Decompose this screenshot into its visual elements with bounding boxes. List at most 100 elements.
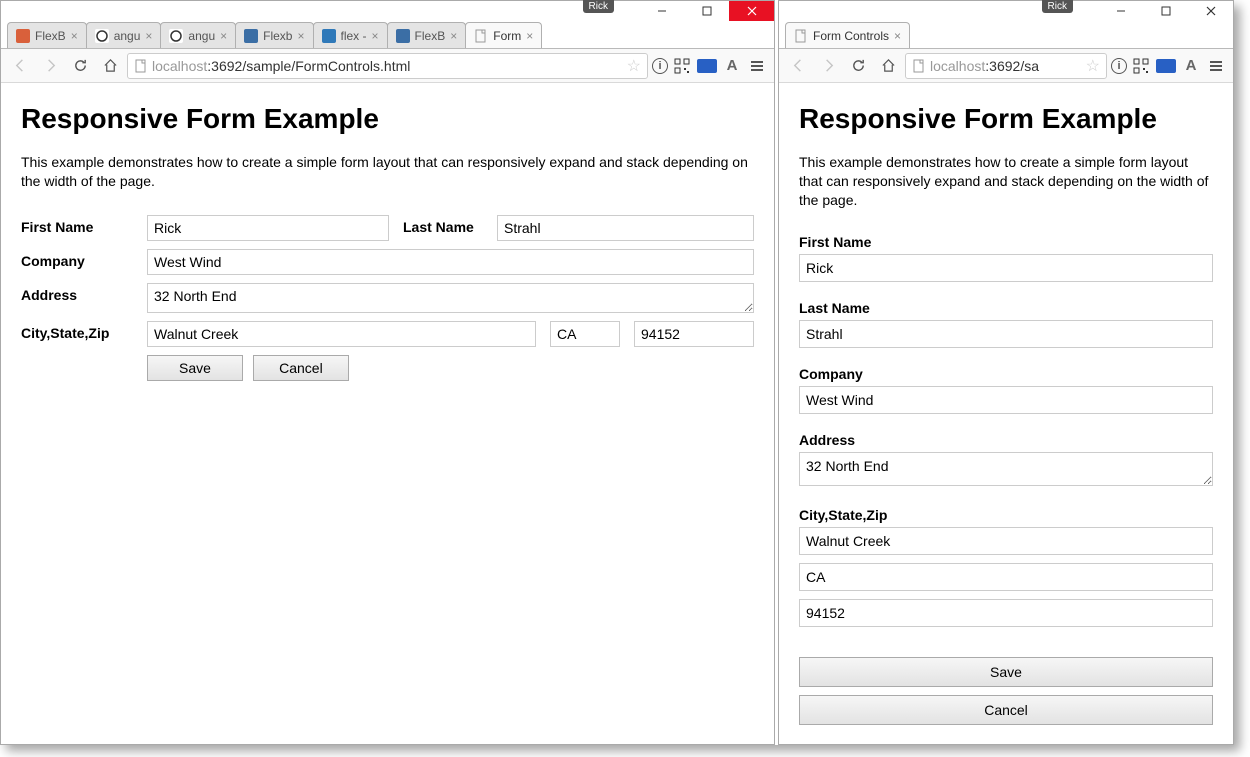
first-name-input[interactable]	[147, 215, 389, 241]
address-textarea[interactable]: 32 North End	[147, 283, 754, 313]
tab-close-icon[interactable]: ×	[71, 29, 78, 43]
state-input[interactable]	[550, 321, 620, 347]
angular-icon[interactable]: A	[1180, 55, 1202, 77]
address-label: Address	[799, 432, 1213, 448]
tab-title: angu	[188, 29, 215, 43]
favicon-icon	[474, 29, 488, 43]
zip-input[interactable]	[634, 321, 754, 347]
tab-close-icon[interactable]: ×	[297, 29, 304, 43]
tab[interactable]: angu ×	[160, 22, 236, 48]
tab-close-icon[interactable]: ×	[526, 29, 533, 43]
tab-title: Form	[493, 29, 521, 43]
cancel-button[interactable]: Cancel	[799, 695, 1213, 725]
close-button[interactable]	[1188, 1, 1233, 21]
city-input[interactable]	[799, 527, 1213, 555]
company-input[interactable]	[799, 386, 1213, 414]
page-title: Responsive Form Example	[21, 103, 754, 135]
url-text: localhost:3692/sa	[930, 58, 1082, 74]
titlebar: Rick	[1, 1, 774, 21]
reload-button[interactable]	[845, 53, 871, 79]
save-button[interactable]: Save	[799, 657, 1213, 687]
address-bar[interactable]: localhost:3692/sample/FormControls.html …	[127, 53, 648, 79]
first-name-label: First Name	[799, 234, 1213, 250]
tab[interactable]: Flexb×	[235, 22, 313, 48]
tab-title: FlexB	[415, 29, 446, 43]
forward-button[interactable]	[37, 53, 63, 79]
form: First Name Last Name Company Address 32 …	[21, 215, 754, 381]
favicon-icon	[396, 29, 410, 43]
tab-close-icon[interactable]: ×	[372, 29, 379, 43]
first-name-input[interactable]	[799, 254, 1213, 282]
favicon-icon	[244, 29, 258, 43]
zip-input[interactable]	[799, 599, 1213, 627]
company-input[interactable]	[147, 249, 754, 275]
page-description: This example demonstrates how to create …	[799, 153, 1213, 210]
company-label: Company	[21, 249, 133, 269]
city-state-zip-label: City,State,Zip	[21, 321, 133, 341]
ext-blue-icon[interactable]	[696, 55, 718, 77]
page-content: Responsive Form Example This example dem…	[1, 83, 774, 744]
reload-button[interactable]	[67, 53, 93, 79]
back-button[interactable]	[7, 53, 33, 79]
address-textarea[interactable]: 32 North End	[799, 452, 1213, 486]
address-bar[interactable]: localhost:3692/sa ☆	[905, 53, 1107, 79]
browser-toolbar: localhost:3692/sa ☆ i A	[779, 49, 1233, 83]
titlebar: Rick	[779, 1, 1233, 21]
last-name-input[interactable]	[799, 320, 1213, 348]
minimize-button[interactable]	[1098, 1, 1143, 21]
tab[interactable]: Form ×	[465, 22, 542, 48]
tab[interactable]: flex - ×	[313, 22, 388, 48]
home-button[interactable]	[875, 53, 901, 79]
tab[interactable]: angu×	[86, 22, 162, 48]
last-name-label: Last Name	[799, 300, 1213, 316]
tab[interactable]: FlexB ×	[387, 22, 467, 48]
tab-close-icon[interactable]: ×	[145, 29, 152, 43]
address-label: Address	[21, 283, 133, 303]
forward-button[interactable]	[815, 53, 841, 79]
qr-icon[interactable]	[1130, 55, 1152, 77]
close-button[interactable]	[729, 1, 774, 21]
page-content: Responsive Form Example This example dem…	[779, 83, 1233, 744]
page-icon	[134, 59, 148, 73]
company-label: Company	[799, 366, 1213, 382]
tab-close-icon[interactable]: ×	[220, 29, 227, 43]
last-name-input[interactable]	[497, 215, 754, 241]
info-icon[interactable]: i	[1111, 58, 1127, 74]
page-title: Responsive Form Example	[799, 103, 1213, 135]
home-button[interactable]	[97, 53, 123, 79]
menu-icon[interactable]	[746, 55, 768, 77]
angular-icon[interactable]: A	[721, 55, 743, 77]
maximize-button[interactable]	[1143, 1, 1188, 21]
form: First Name Last Name Company Address 32 …	[799, 234, 1213, 733]
browser-toolbar: localhost:3692/sample/FormControls.html …	[1, 49, 774, 83]
ext-blue-icon[interactable]	[1155, 55, 1177, 77]
cancel-button[interactable]: Cancel	[253, 355, 349, 381]
state-input[interactable]	[799, 563, 1213, 591]
bookmark-star-icon[interactable]: ☆	[627, 56, 641, 76]
favicon-icon	[16, 29, 30, 43]
tab-close-icon[interactable]: ×	[450, 29, 457, 43]
info-icon[interactable]: i	[652, 58, 668, 74]
favicon-icon	[169, 29, 183, 43]
city-input[interactable]	[147, 321, 536, 347]
browser-window-right: Rick Form Controls × localhost:3692	[778, 0, 1234, 745]
city-state-zip-label: City,State,Zip	[799, 507, 1213, 523]
tab-strip: FlexB×angu×angu×Flexb×flex -×FlexB×Form×	[1, 21, 774, 49]
tab-strip: Form Controls ×	[779, 21, 1233, 49]
browser-window-left: Rick FlexB×angu×angu×Flexb×flex -×FlexB×…	[0, 0, 775, 745]
save-button[interactable]: Save	[147, 355, 243, 381]
bookmark-star-icon[interactable]: ☆	[1086, 56, 1100, 76]
menu-icon[interactable]	[1205, 55, 1227, 77]
tab-close-icon[interactable]: ×	[894, 29, 901, 43]
minimize-button[interactable]	[639, 1, 684, 21]
tab-title: flex -	[341, 29, 367, 43]
page-icon	[794, 29, 808, 43]
maximize-button[interactable]	[684, 1, 729, 21]
tab-form-controls[interactable]: Form Controls ×	[785, 22, 910, 48]
user-badge: Rick	[1042, 0, 1073, 13]
favicon-icon	[95, 29, 109, 43]
back-button[interactable]	[785, 53, 811, 79]
tab[interactable]: FlexB×	[7, 22, 87, 48]
favicon-icon	[322, 29, 336, 43]
qr-icon[interactable]	[671, 55, 693, 77]
